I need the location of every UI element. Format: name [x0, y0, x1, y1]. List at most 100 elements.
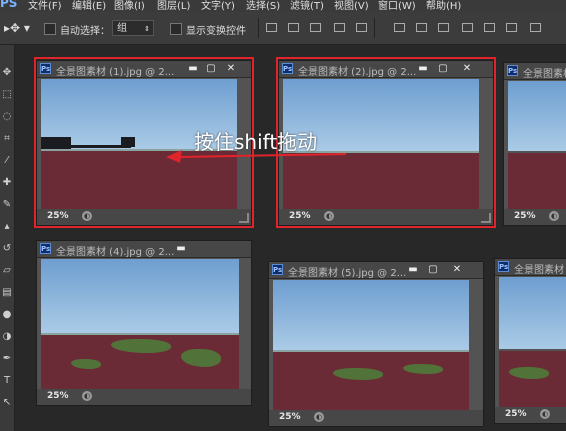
- path-select-icon[interactable]: ↖: [1, 397, 13, 409]
- menu-edit[interactable]: 编辑(E): [72, 0, 106, 12]
- menu-select[interactable]: 选择(S): [246, 0, 280, 12]
- pavilion-structure: [41, 137, 71, 149]
- document-canvas[interactable]: [273, 280, 469, 410]
- window-titlebar[interactable]: Ps 全景图素材: [495, 259, 566, 276]
- document-canvas[interactable]: [41, 259, 239, 389]
- status-bar: 25% ◐: [269, 410, 483, 426]
- menu-window[interactable]: 窗口(W): [378, 0, 416, 12]
- auto-select-label: 自动选择：: [60, 26, 110, 37]
- auto-select-target-value: 组: [117, 23, 127, 34]
- status-bar: 25% ◐: [495, 407, 566, 423]
- window-title: 全景图素材: [523, 69, 566, 80]
- zoom-level[interactable]: 25%: [47, 391, 69, 401]
- menu-image[interactable]: 图像(I): [114, 0, 145, 12]
- document-window-4[interactable]: Ps 全景图素材 (4).jpg @ 2... ▬ 25% ◐: [36, 240, 252, 406]
- pen-icon[interactable]: ✒: [1, 353, 13, 365]
- zoom-level[interactable]: 25%: [289, 211, 311, 221]
- menu-view[interactable]: 视图(V): [334, 0, 369, 12]
- ps-document-icon: Ps: [40, 243, 51, 254]
- document-canvas[interactable]: [499, 277, 566, 407]
- ps-document-icon: Ps: [40, 63, 51, 74]
- menu-type[interactable]: 文字(Y): [201, 0, 235, 12]
- info-icon[interactable]: ◐: [549, 211, 559, 221]
- menu-help[interactable]: 帮助(H): [426, 0, 461, 12]
- sky-area: [273, 280, 469, 350]
- eraser-icon[interactable]: ▱: [1, 265, 13, 277]
- ps-document-icon: Ps: [498, 261, 509, 272]
- align-hcenter-icon[interactable]: [356, 23, 367, 32]
- distribute-right-icon[interactable]: [506, 23, 517, 32]
- info-icon[interactable]: ◐: [540, 409, 550, 419]
- minimize-icon[interactable]: ▬: [175, 243, 187, 254]
- minimize-icon[interactable]: ▬: [187, 63, 199, 74]
- distribute-hcenter-icon[interactable]: [484, 23, 495, 32]
- menu-file[interactable]: 文件(F): [28, 0, 62, 12]
- window-title: 全景图素材 (2).jpg @ 2...: [298, 67, 417, 78]
- menu-bar: PS 文件(F) 编辑(E) 图像(I) 图层(L) 文字(Y) 选择(S) 滤…: [0, 0, 566, 12]
- zoom-level[interactable]: 25%: [279, 412, 301, 422]
- move-icon[interactable]: ✥: [1, 67, 13, 79]
- document-canvas[interactable]: [508, 81, 566, 209]
- status-bar: 25% ◐: [37, 389, 251, 405]
- align-vcenter-icon[interactable]: [288, 23, 299, 32]
- distribute-bottom-icon[interactable]: [438, 23, 449, 32]
- stamp-icon[interactable]: ▴: [1, 221, 13, 233]
- tools-panel: ✥ ⬚ ◌ ⌗ ⁄ ✚ ✎ ▴ ↺ ▱ ▤ ● ◑ ✒ T ↖: [0, 45, 15, 431]
- distribute-vcenter-icon[interactable]: [416, 23, 427, 32]
- auto-align-icon[interactable]: [530, 23, 541, 32]
- sky-area: [41, 259, 239, 333]
- align-bottom-icon[interactable]: [310, 23, 321, 32]
- window-titlebar[interactable]: Ps 全景图素材 (4).jpg @ 2... ▬: [37, 241, 251, 258]
- resize-grip-icon[interactable]: [239, 213, 249, 223]
- healing-icon[interactable]: ✚: [1, 177, 13, 189]
- minimize-icon[interactable]: ▬: [407, 264, 419, 275]
- type-icon[interactable]: T: [1, 375, 13, 387]
- close-icon[interactable]: ✕: [225, 63, 237, 74]
- auto-select-target-dropdown[interactable]: 组 ⇕: [112, 20, 154, 36]
- brush-icon[interactable]: ✎: [1, 199, 13, 211]
- minimize-icon[interactable]: ▬: [417, 63, 429, 74]
- window-titlebar[interactable]: Ps 全景图素材 (2).jpg @ 2... ▬ ▢ ✕: [279, 61, 493, 78]
- align-left-icon[interactable]: [334, 23, 345, 32]
- zoom-level[interactable]: 25%: [505, 409, 527, 419]
- app-logo: PS: [0, 0, 18, 10]
- maximize-icon[interactable]: ▢: [427, 264, 439, 275]
- document-window-5[interactable]: Ps 全景图素材 (5).jpg @ 2... ▬ ▢ ✕ 25% ◐: [268, 261, 484, 427]
- align-top-icon[interactable]: [266, 23, 277, 32]
- info-icon[interactable]: ◐: [324, 211, 334, 221]
- info-icon[interactable]: ◐: [82, 211, 92, 221]
- distribute-top-icon[interactable]: [394, 23, 405, 32]
- eyedropper-icon[interactable]: ⁄: [1, 155, 13, 167]
- info-icon[interactable]: ◐: [82, 391, 92, 401]
- document-window-6[interactable]: Ps 全景图素材 25% ◐: [494, 258, 566, 424]
- move-tool-preset-icon[interactable]: ▸✥ ▾: [4, 21, 30, 35]
- status-bar: 25% ◐: [504, 209, 566, 225]
- red-beach-field: [499, 351, 566, 407]
- document-window-3[interactable]: Ps 全景图素材 25% ◐: [503, 62, 566, 226]
- history-brush-icon[interactable]: ↺: [1, 243, 13, 255]
- gradient-icon[interactable]: ▤: [1, 287, 13, 299]
- blur-icon[interactable]: ●: [1, 309, 13, 321]
- show-transform-checkbox[interactable]: [170, 23, 182, 35]
- resize-grip-icon[interactable]: [481, 213, 491, 223]
- menu-layer[interactable]: 图层(L): [157, 0, 190, 12]
- menu-filter[interactable]: 滤镜(T): [290, 0, 324, 12]
- auto-select-checkbox[interactable]: [44, 23, 56, 35]
- close-icon[interactable]: ✕: [461, 63, 473, 74]
- distribute-left-icon[interactable]: [462, 23, 473, 32]
- window-titlebar[interactable]: Ps 全景图素材: [504, 63, 566, 80]
- window-titlebar[interactable]: Ps 全景图素材 (5).jpg @ 2... ▬ ▢ ✕: [269, 262, 483, 279]
- crop-icon[interactable]: ⌗: [1, 133, 13, 145]
- window-titlebar[interactable]: Ps 全景图素材 (1).jpg @ 2... ▬ ▢ ✕: [37, 61, 251, 78]
- marquee-icon[interactable]: ⬚: [1, 89, 13, 101]
- hut-structure: [121, 137, 135, 147]
- close-icon[interactable]: ✕: [451, 264, 463, 275]
- info-icon[interactable]: ◐: [314, 412, 324, 422]
- zoom-level[interactable]: 25%: [47, 211, 69, 221]
- lasso-icon[interactable]: ◌: [1, 111, 13, 123]
- maximize-icon[interactable]: ▢: [437, 63, 449, 74]
- window-title: 全景图素材 (1).jpg @ 2...: [56, 67, 175, 78]
- maximize-icon[interactable]: ▢: [205, 63, 217, 74]
- zoom-level[interactable]: 25%: [514, 211, 536, 221]
- dodge-icon[interactable]: ◑: [1, 331, 13, 343]
